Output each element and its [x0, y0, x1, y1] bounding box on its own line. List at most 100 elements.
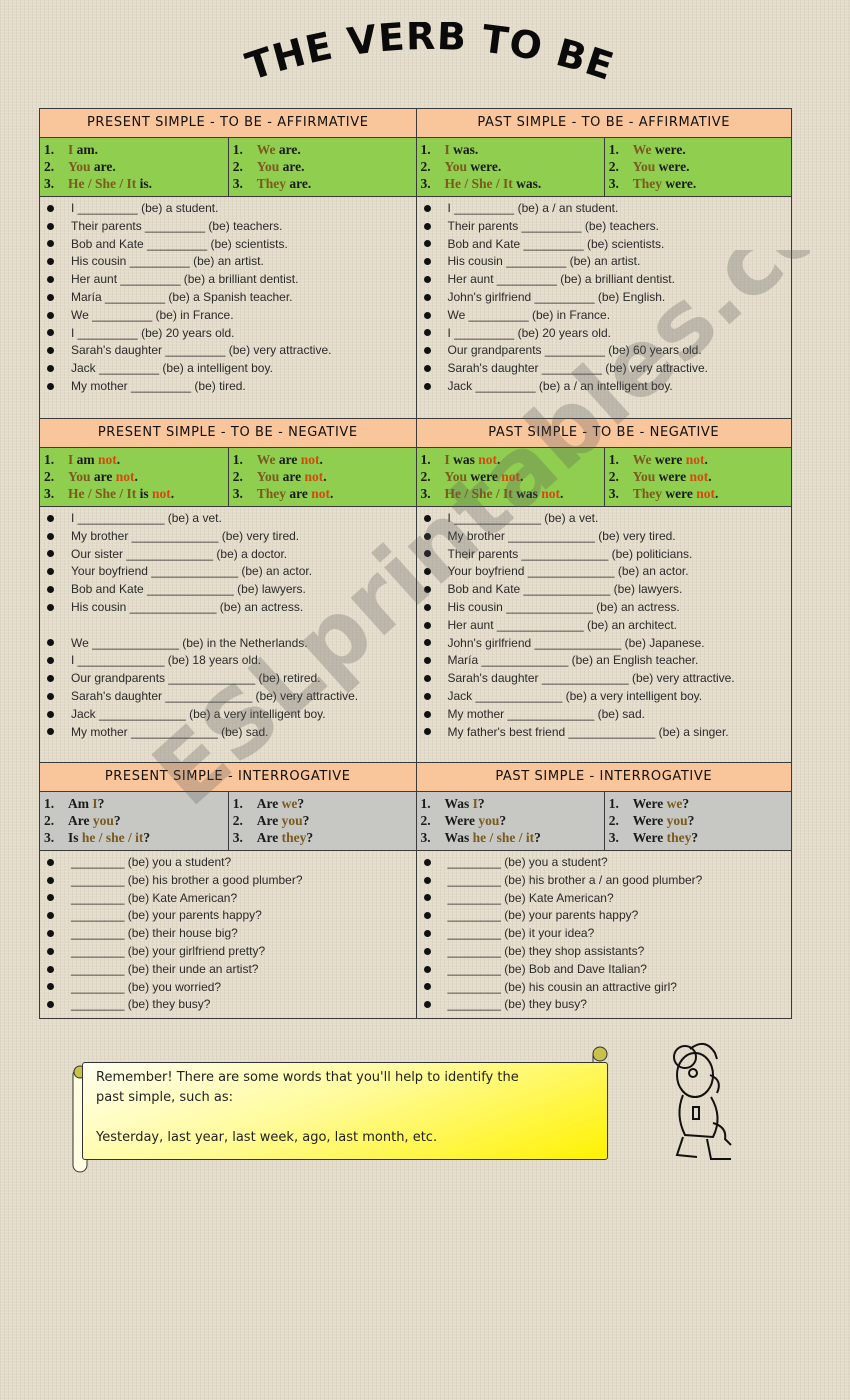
exercise-item: ________ (be) they busy? — [43, 996, 416, 1014]
exercise-item: His cousin _________ (be) an artist. — [420, 253, 792, 271]
conjugation-left: 1. Am I? 2. Are you? 3. Is he / she / it? — [40, 792, 228, 850]
exercise-item: We _________ (be) in France. — [43, 307, 416, 325]
conjugation-line: 2. Were you? — [609, 812, 791, 829]
bullet-icon — [423, 240, 431, 248]
exercise-item: We _________ (be) in France. — [420, 307, 792, 325]
bullet-icon — [47, 550, 54, 558]
exercise-list: ________ (be) you a student? ________ (be… — [416, 851, 792, 1019]
negation: not — [689, 469, 709, 484]
bullet-icon — [423, 621, 431, 629]
conjugation-line: 2. You were not. — [609, 468, 791, 485]
line-number: 2. — [420, 469, 431, 484]
punctuation: . — [520, 469, 524, 484]
present-affirmative-section: PRESENT SIMPLE - TO BE - AFFIRMATIVE 1. I … — [40, 109, 416, 419]
line-number: 2. — [44, 469, 55, 484]
exercise-item: My father's best friend _____________ (b… — [420, 724, 792, 742]
line-number: 3. — [232, 830, 243, 845]
punctuation: ? — [297, 796, 305, 811]
bullet-icon — [47, 675, 54, 682]
conjugation-table: 1. I am. 2. You are. 3. He / She / It is. 1. We… — [40, 138, 416, 197]
punctuation: . — [116, 452, 121, 467]
verb: Were — [632, 813, 667, 828]
bullet-icon — [47, 710, 54, 718]
exercise-item: My mother _____________ (be) sad. — [43, 724, 416, 742]
line-number: 1. — [420, 452, 431, 467]
bullet-icon — [423, 347, 431, 355]
bullet-icon — [423, 258, 431, 266]
line-number: 1. — [44, 142, 55, 157]
exercise-text: Bob and Kate _________ (be) scientists. — [447, 236, 665, 251]
conjugation-left: 1. I was. 2. You were. 3. He / She / It was. — [417, 138, 604, 196]
conjugation-line: 2. You are not. — [233, 468, 416, 485]
bullet-icon — [423, 894, 431, 902]
exercise-item: Their parents _________ (be) teachers. — [43, 218, 416, 236]
conjugation-table: 1. I am not. 2. You are not. 3. He / She / It… — [40, 448, 416, 507]
exercise-item: ________ (be) they busy? — [420, 996, 792, 1014]
bullet-icon — [423, 514, 431, 522]
conjugation-line: 2. You are not. — [44, 468, 228, 485]
conjugation-line: 1. We were. — [609, 141, 791, 158]
page-title-text: THE VERB TO BE — [241, 14, 619, 89]
exercise-item: Bob and Kate _____________ (be) lawyers. — [43, 581, 416, 599]
verb: Are — [256, 813, 282, 828]
bullet-icon — [47, 639, 54, 647]
line-number: 3. — [232, 486, 243, 501]
bullet-icon — [47, 347, 54, 355]
conjugation-line: 1. Am I? — [44, 795, 228, 812]
exercise-item: My brother _____________ (be) very tired… — [420, 528, 792, 546]
bullet-icon — [423, 293, 431, 301]
negation: not — [152, 486, 171, 501]
exercise-text: Her aunt _____________ (be) an architect… — [447, 617, 678, 632]
exercise-item: I _____________ (be) a vet. — [420, 510, 792, 528]
conjugation-right: 1. We are not. 2. You are not. 3. They are no… — [227, 448, 416, 506]
line-number: 2. — [44, 813, 55, 828]
conjugation-line: 2. You are. — [44, 158, 228, 175]
conjugation-line: 1. I am. — [44, 141, 228, 158]
line-number: 2. — [232, 813, 243, 828]
pronoun: They — [632, 486, 663, 501]
exercise-item: Our grandparents _________ (be) 60 years… — [420, 342, 792, 360]
conjugation-line: 1. We are. — [233, 141, 416, 158]
conjugation-left: 1. I am. 2. You are. 3. He / She / It is. — [40, 138, 228, 196]
exercise-text: ________ (be) his brother a / an good pl… — [447, 872, 703, 887]
line-number: 3. — [420, 176, 431, 191]
bullet-icon — [47, 965, 54, 973]
bullet-icon — [47, 222, 54, 230]
pronoun: He / She / It — [68, 176, 137, 191]
verb: Were — [632, 830, 667, 845]
conjugation-line: 1. Are we? — [233, 795, 416, 812]
punctuation: ? — [97, 796, 105, 811]
pronoun: You — [256, 469, 280, 484]
pronoun: He / She / It — [444, 176, 513, 191]
exercise-item: Jack _________ (be) a / an intelligent b… — [420, 378, 792, 396]
exercise-text: ________ (be) their house big? — [71, 926, 238, 941]
exercise-item: ________ (be) they shop assistants? — [420, 943, 792, 961]
conjugation-right: 1. Are we? 2. Are you? 3. Are they? — [227, 792, 416, 850]
exercise-text: My brother _____________ (be) very tired… — [71, 528, 300, 543]
bullet-icon — [423, 675, 431, 682]
verb: Were — [632, 796, 667, 811]
exercise-item: Their parents _________ (be) teachers. — [420, 218, 792, 236]
verb: was. — [512, 176, 542, 191]
line-number: 3. — [608, 176, 619, 191]
conjugation-line: 3. They were. — [609, 175, 791, 192]
line-number: 2. — [232, 159, 243, 174]
bullet-icon — [47, 329, 54, 337]
bullet-icon — [423, 930, 431, 938]
punctuation: . — [330, 486, 334, 501]
exercise-text: ________ (be) Kate American? — [71, 890, 238, 905]
conjugation-line: 1. I am not. — [44, 451, 228, 468]
exercise-item: Bob and Kate _________ (be) scientists. — [420, 236, 792, 254]
exercise-item: ________ (be) it your idea? — [420, 925, 792, 943]
pronoun: we — [666, 796, 683, 811]
exercise-text: Her aunt _________ (be) a brilliant dent… — [71, 272, 299, 287]
exercise-item: Bob and Kate _____________ (be) lawyers. — [420, 581, 792, 599]
exercise-text: Sarah's daughter _____________ (be) very… — [71, 688, 359, 703]
pronoun: We — [632, 142, 652, 157]
negation: not — [696, 486, 716, 501]
exercise-item: ________ (be) Kate American? — [43, 890, 416, 908]
exercise-item: Sarah's daughter _____________ (be) very… — [43, 688, 416, 706]
exercise-text: Our grandparents _________ (be) 60 years… — [447, 343, 702, 358]
interrogative-row: PRESENT SIMPLE - INTERROGATIVE 1. Am I? 2. A… — [40, 763, 791, 1019]
bullet-icon — [47, 728, 54, 736]
